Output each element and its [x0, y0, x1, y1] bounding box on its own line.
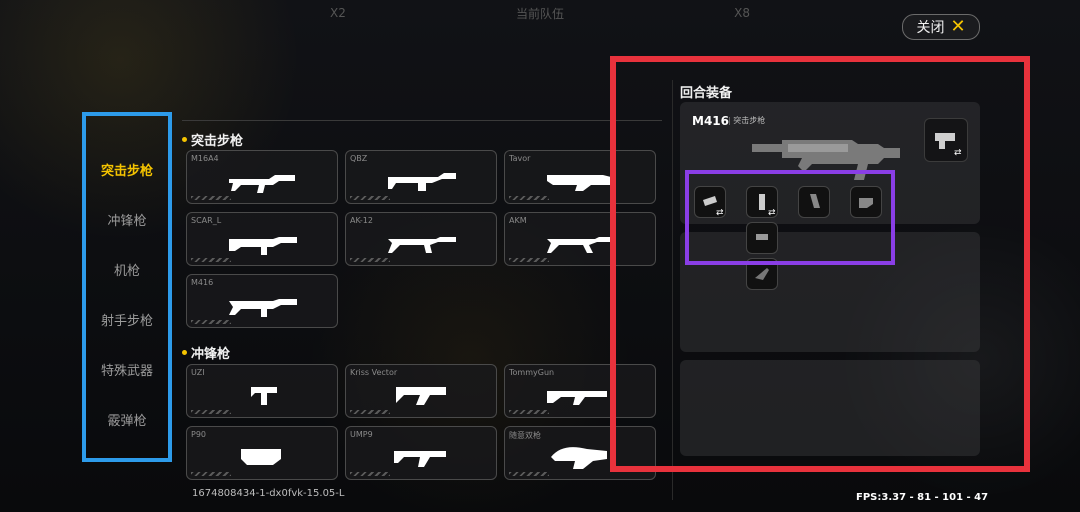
section-title-smg: 冲锋枪 [182, 343, 230, 362]
rarity-stripe [191, 196, 231, 200]
rifle-icon [229, 299, 297, 317]
top-status-bar: X2 当前队伍 X8 [330, 0, 750, 26]
nav-item-assault-rifle[interactable]: 突击步枪 [86, 144, 168, 194]
weapon-grid-panel: 突击步枪 M16A4 QBZ Tavor SCAR_L AK-12 AKM M4… [182, 120, 662, 500]
rifle-icon [388, 173, 456, 191]
smg-icon [251, 387, 277, 405]
nav-item-shotgun[interactable]: 霰弹枪 [86, 394, 168, 444]
weapon-card-uzi[interactable]: UZI [186, 364, 338, 418]
rarity-stripe [350, 258, 390, 262]
rarity-stripe [350, 472, 390, 476]
rarity-stripe [509, 196, 549, 200]
weapon-card-qbz[interactable]: QBZ [345, 150, 497, 204]
rarity-stripe [191, 410, 231, 414]
rarity-stripe [509, 410, 549, 414]
smg-icon [394, 451, 446, 467]
equipped-weapon-category: 突击步枪 [728, 115, 765, 126]
rifle-icon [229, 237, 297, 255]
loadout-slot-tertiary[interactable] [680, 360, 980, 456]
rarity-stripe [191, 320, 231, 324]
fps-readout: FPS:3.37 - 81 - 101 - 47 [856, 492, 989, 503]
weapon-card-ak-12[interactable]: AK-12 [345, 212, 497, 266]
rarity-stripe [350, 196, 390, 200]
smg-icon [396, 387, 446, 405]
smg-icon [241, 449, 281, 465]
weapon-card-p90[interactable]: P90 [186, 426, 338, 480]
close-button[interactable]: 关闭 ✕ [902, 14, 980, 40]
dual-gun-icon [551, 447, 607, 469]
swap-icon: ⇄ [954, 148, 962, 158]
team-label: 当前队伍 [515, 6, 564, 21]
rarity-stripe [350, 410, 390, 414]
pistol-icon [755, 268, 769, 280]
team-badge-left: X2 [330, 6, 346, 20]
attachment-highlight-box [685, 170, 895, 265]
section-title-assault-rifle: 突击步枪 [182, 130, 243, 149]
rifle-icon [547, 175, 611, 191]
close-label: 关闭 [916, 20, 945, 36]
weapon-card-kriss-vector[interactable]: Kriss Vector [345, 364, 497, 418]
nav-item-special-weapon[interactable]: 特殊武器 [86, 344, 168, 394]
bullet-icon [182, 137, 187, 142]
nav-item-machine-gun[interactable]: 机枪 [86, 244, 168, 294]
nav-item-marksman-rifle[interactable]: 射手步枪 [86, 294, 168, 344]
weapon-category-nav: 突击步枪 冲锋枪 机枪 射手步枪 特殊武器 霰弹枪 [82, 112, 172, 462]
rifle-icon [547, 237, 615, 253]
weapon-card-m416[interactable]: M416 [186, 274, 338, 328]
equipped-weapon-name: M416 [692, 114, 729, 128]
rifle-icon [388, 237, 456, 253]
loadout-title: 回合装备 [680, 86, 733, 101]
weapon-card-ump9[interactable]: UMP9 [345, 426, 497, 480]
smg-icon [547, 391, 607, 405]
rarity-stripe [191, 258, 231, 262]
bullet-icon [182, 350, 187, 355]
divider [182, 120, 662, 121]
rifle-icon [229, 175, 295, 193]
nav-item-smg[interactable]: 冲锋枪 [86, 194, 168, 244]
weapon-card-scar-l[interactable]: SCAR_L [186, 212, 338, 266]
rarity-stripe [509, 472, 549, 476]
close-icon: ✕ [950, 16, 966, 37]
rarity-stripe [191, 472, 231, 476]
rarity-stripe [509, 258, 549, 262]
build-id: 1674808434-1-dx0fvk-15.05-L [192, 488, 345, 499]
weapon-card-m16a4[interactable]: M16A4 [186, 150, 338, 204]
team-badge-right: X8 [734, 6, 750, 20]
